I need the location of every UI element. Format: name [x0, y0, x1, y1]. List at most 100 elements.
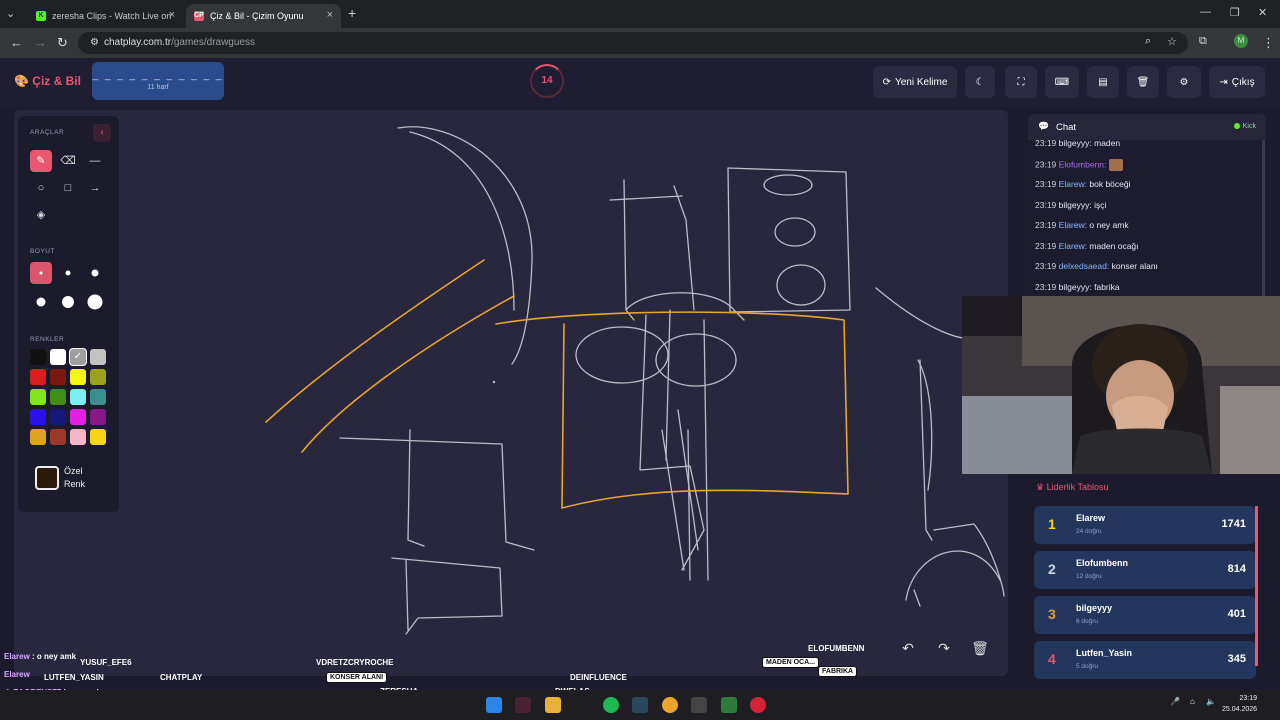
app-icon[interactable]	[515, 697, 531, 713]
brush-tool[interactable]: ✎	[30, 150, 52, 172]
redo-button[interactable]: ↷	[931, 636, 957, 660]
window-close-icon[interactable]: ✕	[1258, 6, 1267, 19]
close-icon[interactable]: ×	[169, 9, 175, 21]
leaderboard-scrollbar[interactable]	[1255, 506, 1258, 666]
close-icon[interactable]: ×	[327, 9, 333, 21]
new-word-button[interactable]: ⟳ Yeni Kelime	[873, 66, 957, 98]
zoom-icon[interactable]: ⌕	[1145, 35, 1151, 48]
color-swatch[interactable]	[70, 389, 86, 405]
chatplay-favicon-icon: CP	[194, 11, 204, 21]
rectangle-tool[interactable]: □	[57, 177, 79, 199]
size-option-5[interactable]	[57, 291, 79, 313]
circle-tool[interactable]: ○	[30, 177, 52, 199]
collapse-panel-button[interactable]: ‹	[93, 124, 111, 142]
color-swatch[interactable]	[50, 369, 66, 385]
taskbar-clock[interactable]: 23:19 25.04.2026	[1222, 693, 1257, 715]
folder-icon[interactable]	[545, 697, 561, 713]
forward-icon[interactable]: →	[34, 35, 47, 50]
back-icon[interactable]: ←	[10, 35, 23, 50]
new-tab-icon[interactable]: +	[348, 5, 356, 21]
color-swatch[interactable]	[30, 389, 46, 405]
size-dot	[65, 270, 71, 276]
microphone-icon[interactable]: 🎤	[1170, 697, 1180, 706]
settings-button[interactable]: ⚙	[1167, 66, 1201, 98]
leaderboard-row: 3 bilgeyyy 6 doğru 401	[1034, 596, 1256, 634]
kick-favicon-icon: K	[36, 11, 46, 21]
size-option-6[interactable]	[84, 291, 106, 313]
color-swatch[interactable]	[50, 349, 66, 365]
restore-icon[interactable]: ❐	[1230, 6, 1240, 19]
app-icon[interactable]	[750, 697, 766, 713]
tab-menu-icon[interactable]: ⌄	[6, 7, 15, 20]
site-info-icon[interactable]: ⚙	[90, 37, 99, 48]
line-tool[interactable]: —	[84, 150, 106, 172]
overlay-chat-text: : o ney amk	[32, 652, 77, 661]
network-icon[interactable]: ⌂	[1190, 697, 1195, 706]
volume-icon[interactable]: 🔈	[1206, 697, 1216, 706]
chat-time: 23:19	[1035, 138, 1057, 148]
color-swatch[interactable]	[50, 429, 66, 445]
windows-start-icon[interactable]	[486, 697, 502, 713]
color-swatch[interactable]	[70, 409, 86, 425]
clear-canvas-button[interactable]: 🗑	[967, 636, 993, 660]
reload-icon[interactable]: ↻	[57, 35, 68, 51]
stroke	[301, 295, 515, 453]
chat-text: maden ocağı	[1089, 240, 1139, 251]
size-option-1[interactable]	[30, 262, 52, 284]
browser-tab-drawguess[interactable]: CP Çiz & Bil - Çizim Oyunu ×	[186, 4, 341, 28]
color-swatch[interactable]	[30, 409, 46, 425]
chat-message: 23:19 bilgeyyy: maden	[1035, 138, 1120, 148]
size-option-3[interactable]	[84, 262, 106, 284]
app-icon[interactable]	[721, 697, 737, 713]
chat-scrollbar[interactable]	[1262, 140, 1265, 298]
spotify-icon[interactable]	[603, 697, 619, 713]
undo-button[interactable]: ↶	[895, 636, 921, 660]
more-menu-icon[interactable]: ⋮	[1262, 35, 1275, 51]
color-swatch[interactable]	[30, 369, 46, 385]
archive-icon: ▤	[1098, 76, 1108, 88]
app-logo[interactable]: 🎨 Çiz & Bil	[14, 74, 81, 88]
color-swatch[interactable]	[70, 429, 86, 445]
color-swatch[interactable]	[50, 389, 66, 405]
drawing-canvas[interactable]	[14, 110, 1008, 676]
minimize-icon[interactable]: —	[1200, 6, 1211, 18]
steam-icon[interactable]	[632, 697, 648, 713]
fill-tool[interactable]: ◈	[30, 204, 52, 226]
drawing-strokes	[265, 126, 1005, 635]
bookmark-star-icon[interactable]: ☆	[1167, 35, 1177, 48]
color-swatch[interactable]	[90, 429, 106, 445]
size-dot	[87, 294, 103, 310]
url-field[interactable]: chatplay.com.tr/games/drawguess	[78, 32, 1188, 54]
app-icon[interactable]	[691, 697, 707, 713]
color-swatch[interactable]	[30, 429, 46, 445]
browser-tab-kick[interactable]: K zeresha Clips - Watch Live on K ×	[28, 4, 183, 28]
eraser-tool[interactable]: ⌫	[57, 150, 79, 172]
fullscreen-button[interactable]: ⛶	[1005, 66, 1037, 98]
keyboard-button[interactable]: ⌨	[1045, 66, 1079, 98]
color-swatch[interactable]	[90, 349, 106, 365]
dark-mode-button[interactable]: ☾	[965, 66, 995, 98]
extensions-icon[interactable]: ⧉	[1199, 35, 1207, 48]
color-swatch[interactable]	[50, 409, 66, 425]
color-swatch[interactable]	[90, 369, 106, 385]
exit-label: Çıkış	[1231, 76, 1255, 88]
color-swatch[interactable]	[90, 409, 106, 425]
custom-color-button[interactable]	[35, 466, 59, 490]
app-logo-text: Çiz & Bil	[32, 74, 81, 88]
color-swatch[interactable]	[90, 389, 106, 405]
clear-button[interactable]: 🗑	[1127, 66, 1159, 98]
color-swatch[interactable]: ✓	[70, 349, 86, 365]
size-option-2[interactable]	[57, 262, 79, 284]
profile-avatar[interactable]: M	[1234, 34, 1248, 48]
archive-button[interactable]: ▤	[1087, 66, 1119, 98]
chat-text: işçi	[1094, 199, 1107, 210]
leaderboard-points: 1741	[1221, 518, 1246, 530]
size-option-4[interactable]	[30, 291, 52, 313]
color-swatch[interactable]	[70, 369, 86, 385]
chrome-icon[interactable]	[662, 697, 678, 713]
stroke	[776, 264, 826, 306]
color-swatch[interactable]	[30, 349, 46, 365]
arrow-tool[interactable]: →	[84, 177, 106, 199]
overlay-name: ELOFUMBENN	[808, 644, 865, 653]
exit-button[interactable]: ⇥ Çıkış	[1209, 66, 1265, 98]
